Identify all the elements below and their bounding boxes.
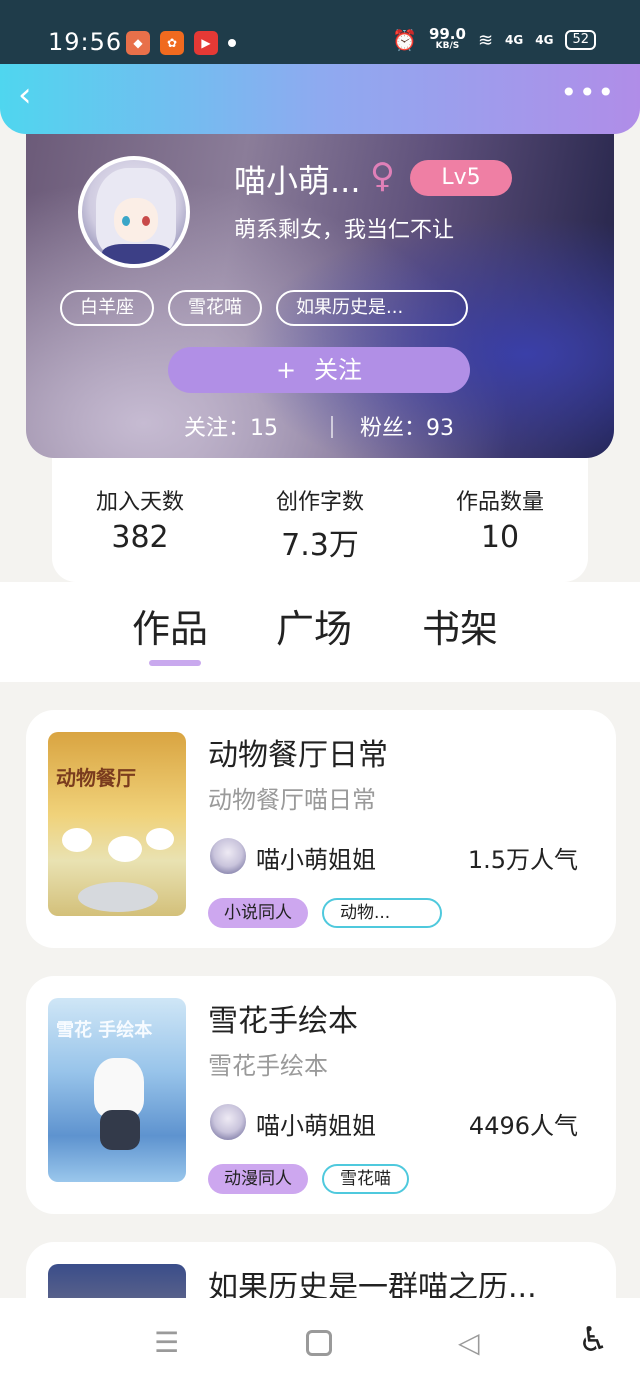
author-avatar[interactable] [208, 836, 248, 876]
more-notifications-icon [228, 39, 236, 47]
status-app-icons: ◆ ✿ ▶ [126, 31, 236, 55]
user-name: 喵小萌... [234, 162, 361, 200]
work-title: 雪花手绘本 [208, 1004, 358, 1039]
profile-tag[interactable]: 白羊座 [60, 290, 154, 326]
signal-icon: 4G [505, 33, 524, 47]
more-options-button[interactable]: ••• [560, 78, 616, 108]
following-count[interactable]: 关注：15 [184, 410, 278, 442]
work-tag[interactable]: 小说同人 [208, 898, 308, 928]
home-icon[interactable] [306, 1330, 332, 1356]
plus-icon: + [275, 356, 297, 384]
work-tags: 小说同人 动物... [208, 898, 442, 928]
stat-label: 创作字数 [275, 490, 364, 515]
status-time: 19:56 [48, 28, 123, 56]
author-name[interactable]: 喵小萌姐姐 [256, 840, 376, 875]
stat-works-count: 作品数量 10 [430, 484, 570, 555]
system-navigation-bar: ☰ ◁ ♿ [0, 1298, 640, 1387]
user-signature: 萌系剩女，我当仁不让 [234, 218, 455, 243]
app-notification-icon: ◆ [126, 31, 150, 55]
app-notification-icon: ✿ [160, 31, 184, 55]
recent-apps-icon[interactable]: ☰ [154, 1326, 179, 1359]
profile-tag[interactable]: 雪花喵 [168, 290, 262, 326]
work-cover-image: 动物餐厅 [48, 732, 186, 916]
battery-icon: 52 [565, 30, 596, 50]
work-tag[interactable]: 雪花喵 [322, 1164, 409, 1194]
profile-tags: 白羊座 雪花喵 如果历史是... [60, 290, 468, 326]
work-tag[interactable]: 动物... [322, 898, 442, 928]
profile-tag[interactable]: 如果历史是... [276, 290, 468, 326]
alarm-icon: ⏰ [392, 28, 417, 52]
app-notification-icon: ▶ [194, 31, 218, 55]
stat-join-days: 加入天数 382 [70, 484, 210, 555]
network-speed: 99.0 KB/S [428, 25, 466, 52]
network-speed-unit: KB/S [435, 41, 460, 51]
signal-icon: 4G [535, 33, 554, 47]
status-bar: 19:56 ◆ ✿ ▶ ⏰ 99.0 KB/S ≋ 4G 4G 52 [0, 0, 640, 66]
work-card[interactable]: 动物餐厅 动物餐厅日常 动物餐厅喵日常 喵小萌姐姐 1.5万人气 小说同人 动物… [26, 710, 616, 948]
work-subtitle: 雪花手绘本 [208, 1052, 328, 1080]
system-back-icon[interactable]: ◁ [458, 1326, 480, 1359]
network-speed-value: 99.0 [428, 25, 466, 43]
work-subtitle: 动物餐厅喵日常 [208, 786, 376, 814]
cover-text: 雪花 手绘本 [56, 1020, 153, 1041]
accessibility-icon[interactable]: ♿ [578, 1320, 608, 1360]
top-nav-bar: ‹ ••• [0, 64, 640, 134]
work-cover-image: 雪花 手绘本 [48, 998, 186, 1182]
stat-value: 10 [480, 520, 520, 555]
fans-count[interactable]: 粉丝：93 [360, 410, 454, 442]
back-button[interactable]: ‹ [18, 78, 54, 114]
content-tabs: 作品 广场 书架 [0, 582, 640, 682]
author-avatar[interactable] [208, 1102, 248, 1142]
tab-bookshelf[interactable]: 书架 [422, 598, 498, 653]
divider [331, 416, 333, 438]
work-card[interactable]: 雪花 手绘本 雪花手绘本 雪花手绘本 喵小萌姐姐 4496人气 动漫同人 雪花喵 [26, 976, 616, 1214]
follow-button[interactable]: + 关注 [168, 347, 470, 393]
wifi-icon: ≋ [477, 29, 494, 51]
female-icon: ♀ [370, 156, 395, 196]
work-author-row: 喵小萌姐姐 4496人气 [208, 1102, 588, 1146]
tab-works[interactable]: 作品 [132, 598, 208, 653]
stat-label: 加入天数 [95, 490, 184, 515]
stats-card: 加入天数 382 创作字数 7.3万 作品数量 10 [52, 458, 588, 582]
cover-text: 动物餐厅 [56, 766, 136, 790]
work-tag[interactable]: 动漫同人 [208, 1164, 308, 1194]
work-title: 动物餐厅日常 [208, 738, 388, 773]
work-tags: 动漫同人 雪花喵 [208, 1164, 409, 1194]
level-badge: Lv5 [410, 160, 512, 196]
follow-counts: 关注：15 粉丝：93 [26, 408, 614, 444]
profile-header: 喵小萌... ♀ Lv5 萌系剩女，我当仁不让 白羊座 雪花喵 如果历史是...… [26, 112, 614, 458]
tab-square[interactable]: 广场 [276, 598, 352, 653]
active-tab-indicator [149, 660, 201, 666]
stat-value: 7.3万 [281, 528, 359, 563]
stat-label: 作品数量 [455, 490, 544, 515]
stat-value: 382 [111, 520, 169, 555]
popularity-count: 4496人气 [468, 1112, 578, 1140]
popularity-count: 1.5万人气 [467, 846, 578, 874]
author-name[interactable]: 喵小萌姐姐 [256, 1106, 376, 1141]
stat-word-count: 创作字数 7.3万 [250, 484, 390, 564]
follow-label: 关注 [314, 356, 363, 384]
status-indicators: ⏰ 99.0 KB/S ≋ 4G 4G 52 [392, 25, 596, 52]
work-author-row: 喵小萌姐姐 1.5万人气 [208, 836, 588, 880]
avatar[interactable] [78, 156, 190, 268]
